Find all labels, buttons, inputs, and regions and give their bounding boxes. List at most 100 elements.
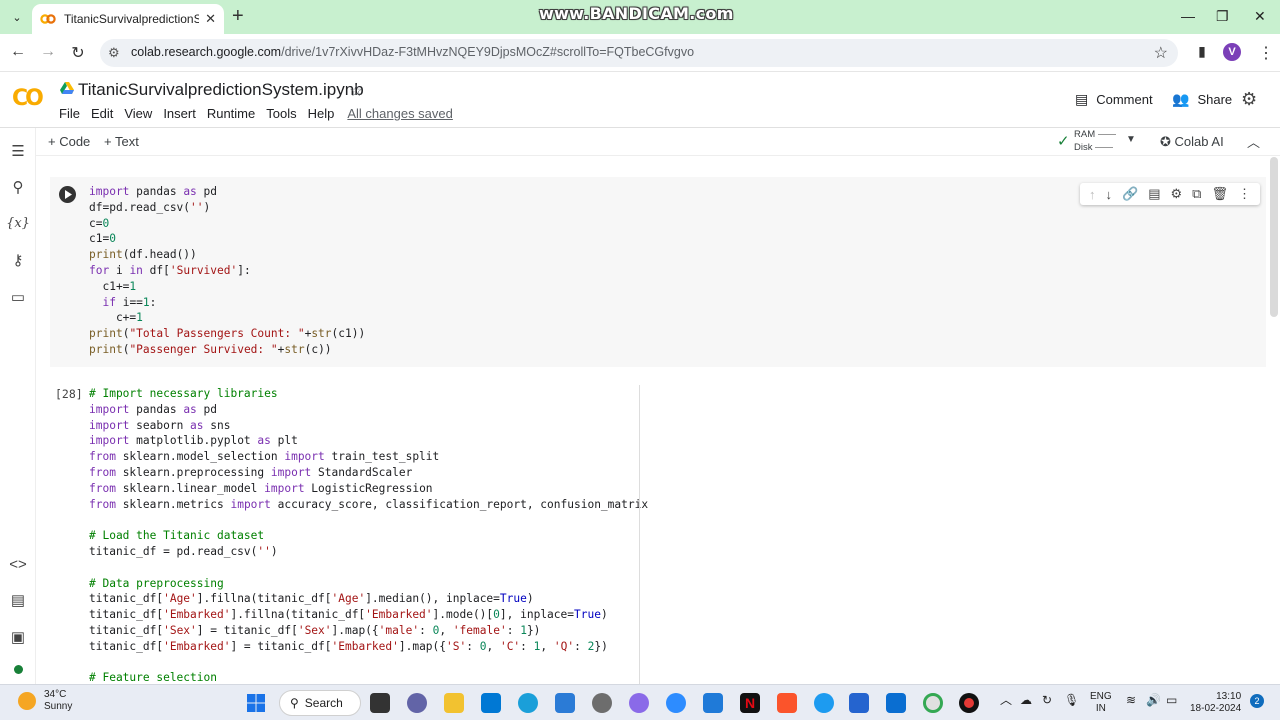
code-cell[interactable]: import pandas as pd df=pd.read_csv('') c=0…	[50, 177, 1266, 367]
drive-icon[interactable]	[60, 82, 74, 100]
prime-video-icon[interactable]	[703, 693, 723, 713]
restore-icon[interactable]: ❐	[1216, 8, 1229, 25]
star-notebook-icon[interactable]: ☆	[349, 81, 363, 101]
window-close-icon[interactable]: ✕	[1254, 8, 1266, 25]
todo-icon[interactable]	[849, 693, 869, 713]
comment-cell-icon[interactable]: ▤	[1148, 186, 1160, 202]
browser-tab[interactable]: TitanicSurvivalpredictionSystem ✕	[32, 4, 224, 34]
tray-overflow-icon[interactable]: ︿	[1000, 694, 1012, 706]
code-editor[interactable]: # Import necessary libraries import panda…	[89, 386, 648, 684]
mic-icon[interactable]: 🎙	[1064, 694, 1079, 706]
add-code-button[interactable]: + Code	[48, 134, 90, 149]
code-line[interactable]	[89, 560, 648, 576]
secrets-key-icon[interactable]: ⚷	[7, 249, 29, 271]
command-palette-icon[interactable]: ▤	[7, 589, 29, 611]
delete-cell-icon[interactable]: 🗑	[1211, 186, 1228, 202]
move-cell-up-icon[interactable]: ↑	[1089, 187, 1096, 202]
code-line[interactable]: import seaborn as sns	[89, 418, 648, 434]
teams-icon[interactable]	[407, 693, 427, 713]
netflix-icon[interactable]: N	[740, 693, 760, 713]
code-line[interactable]: # Feature selection	[89, 670, 648, 684]
code-cell[interactable]: [28] # Import necessary libraries import …	[50, 379, 1266, 684]
mirror-cell-icon[interactable]: ⧉	[1192, 186, 1201, 202]
code-line[interactable]: for i in df['Survived']:	[89, 263, 365, 279]
task-view-icon[interactable]	[370, 693, 390, 713]
cell-settings-icon[interactable]: ⚙	[1170, 186, 1182, 202]
zoom-icon[interactable]	[666, 693, 686, 713]
run-cell-button[interactable]	[59, 186, 76, 203]
twitter-icon[interactable]	[814, 693, 834, 713]
sync-icon[interactable]: ↻	[1042, 694, 1052, 706]
windows-start-icon[interactable]	[246, 693, 266, 713]
terminal-icon[interactable]: ▣	[7, 626, 29, 648]
chrome-icon[interactable]	[923, 693, 943, 713]
browser-menu-icon[interactable]: ⋮	[1256, 43, 1276, 63]
brave-icon[interactable]	[777, 693, 797, 713]
side-panel-icon[interactable]: ▮	[1192, 43, 1212, 60]
settings-icon[interactable]	[592, 693, 612, 713]
file-explorer-icon[interactable]	[444, 693, 464, 713]
code-line[interactable]: import pandas as pd	[89, 184, 365, 200]
variables-icon[interactable]: {x}	[6, 212, 30, 234]
code-line[interactable]: print("Passenger Survived: "+str(c))	[89, 342, 365, 358]
code-line[interactable]: c+=1	[89, 310, 365, 326]
new-tab-icon[interactable]: +	[232, 6, 244, 26]
bandicam-record-icon[interactable]	[959, 693, 979, 713]
code-line[interactable]: c1=0	[89, 231, 365, 247]
table-of-contents-icon[interactable]: ☰	[7, 140, 29, 162]
photos-icon[interactable]	[555, 693, 575, 713]
forward-icon[interactable]: →	[38, 43, 58, 61]
code-line[interactable]: import matplotlib.pyplot as plt	[89, 433, 648, 449]
reload-icon[interactable]: ↻	[68, 43, 88, 63]
code-line[interactable]: from sklearn.preprocessing import Standa…	[89, 465, 648, 481]
volume-icon[interactable]: 🔊	[1146, 694, 1161, 706]
store-icon[interactable]	[481, 693, 501, 713]
code-line[interactable]: df=pd.read_csv('')	[89, 200, 365, 216]
files-folder-icon[interactable]: ▭	[7, 286, 29, 308]
code-line[interactable]	[89, 512, 648, 528]
menu-runtime[interactable]: Runtime	[207, 106, 255, 121]
menu-insert[interactable]: Insert	[163, 106, 196, 121]
code-line[interactable]: from sklearn.metrics import accuracy_sco…	[89, 497, 648, 513]
profile-avatar[interactable]: V	[1223, 43, 1241, 61]
colab-logo[interactable]: CO	[12, 86, 44, 111]
settings-gear-icon[interactable]: ⚙	[1241, 89, 1257, 110]
save-status[interactable]: All changes saved	[347, 106, 453, 121]
more-options-icon[interactable]: ⋮	[1238, 186, 1251, 202]
code-line[interactable]	[89, 655, 648, 671]
code-line[interactable]: # Load the Titanic dataset	[89, 528, 648, 544]
copilot-icon[interactable]	[629, 693, 649, 713]
code-line[interactable]: # Data preprocessing	[89, 576, 648, 592]
menu-file[interactable]: File	[59, 106, 80, 121]
site-info-icon[interactable]: ⚙	[108, 45, 120, 61]
code-line[interactable]: c1+=1	[89, 279, 365, 295]
code-line[interactable]: titanic_df['Age'].fillna(titanic_df['Age…	[89, 591, 648, 607]
move-cell-down-icon[interactable]: ↓	[1106, 187, 1113, 202]
runtime-dropdown-icon[interactable]: ▼	[1126, 134, 1136, 145]
add-text-button[interactable]: + Text	[104, 134, 139, 149]
code-snippets-icon[interactable]: <>	[7, 553, 29, 575]
notification-badge[interactable]: 2	[1250, 694, 1264, 708]
code-line[interactable]: print(df.head())	[89, 247, 365, 263]
clock[interactable]: 13:10 18-02-2024	[1190, 691, 1241, 715]
edge-icon[interactable]	[518, 693, 538, 713]
language-indicator[interactable]: ENG IN	[1090, 691, 1112, 715]
code-line[interactable]: titanic_df = pd.read_csv('')	[89, 544, 648, 560]
share-button[interactable]: 👥 Share	[1172, 91, 1232, 108]
menu-tools[interactable]: Tools	[266, 106, 296, 121]
onedrive-icon[interactable]: ☁	[1020, 694, 1032, 706]
mail-icon[interactable]	[886, 693, 906, 713]
code-line[interactable]: if i==1:	[89, 295, 365, 311]
comment-button[interactable]: ▤ Comment	[1075, 91, 1153, 108]
resource-monitor[interactable]: RAM Disk	[1074, 128, 1117, 154]
code-line[interactable]: titanic_df['Embarked'] = titanic_df['Emb…	[89, 639, 648, 655]
weather-widget[interactable]: 34°C Sunny	[18, 689, 72, 713]
tab-close-icon[interactable]: ✕	[205, 11, 216, 27]
code-line[interactable]: from sklearn.model_selection import trai…	[89, 449, 648, 465]
battery-icon[interactable]: ▭	[1166, 694, 1177, 706]
back-icon[interactable]: ←	[8, 43, 28, 61]
search-icon[interactable]: ⚲	[7, 176, 29, 198]
code-line[interactable]: # Import necessary libraries	[89, 386, 648, 402]
colab-ai-button[interactable]: ✪ Colab AI	[1160, 134, 1224, 150]
code-line[interactable]: import pandas as pd	[89, 402, 648, 418]
